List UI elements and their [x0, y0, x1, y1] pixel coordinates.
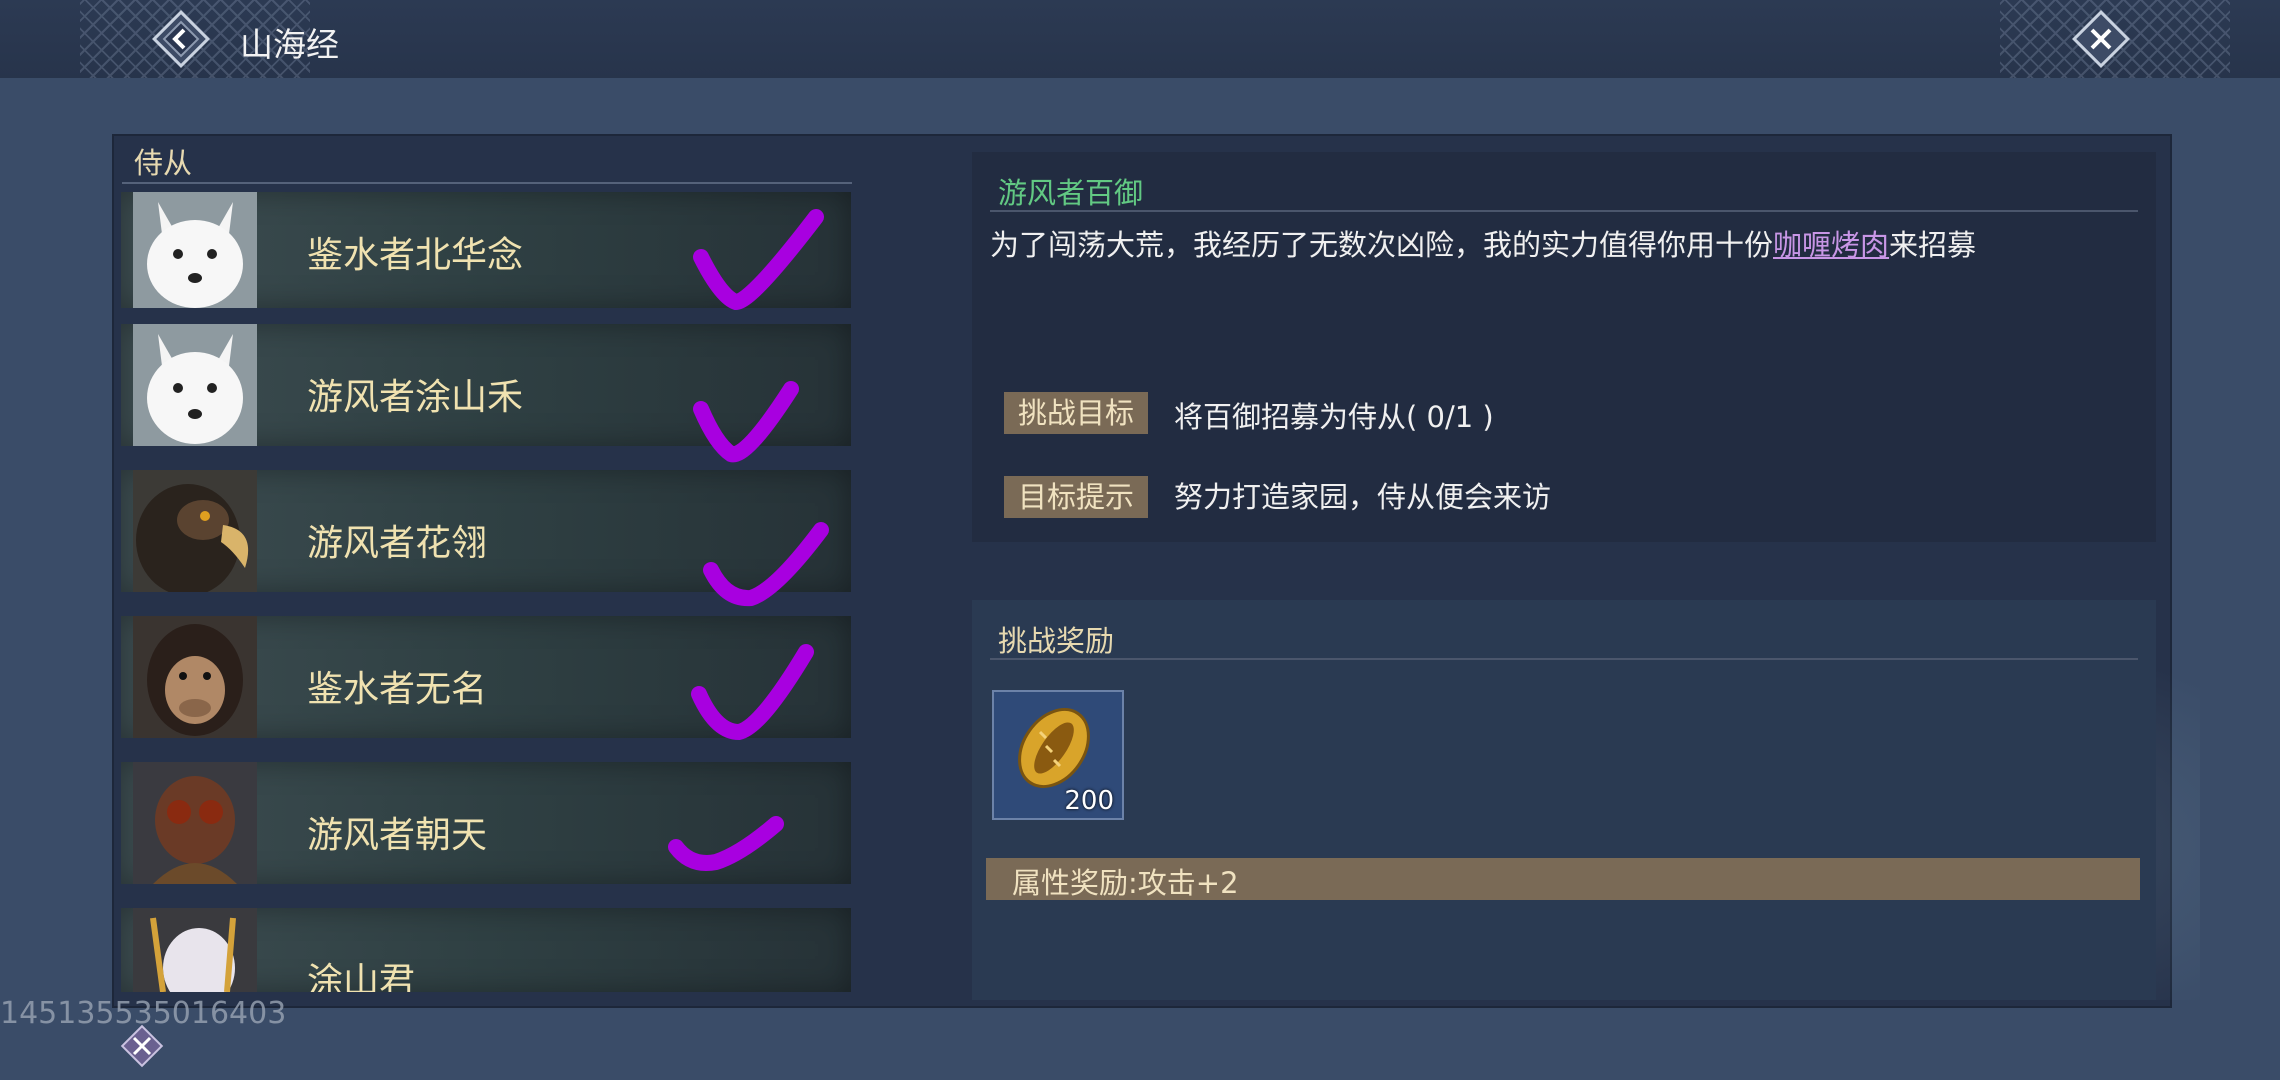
white-hair-lady-portrait [133, 908, 257, 992]
attendant-card[interactable]: 游风者花翎 [121, 470, 851, 607]
attendant-list[interactable]: 鉴水者北华念 游风者涂山禾 游风者花翎 鉴水者无名 游风者朝天 涂山君 [121, 192, 853, 992]
close-icon [2072, 10, 2130, 68]
attendant-card[interactable]: 游风者朝天 [121, 762, 851, 884]
check-mark [691, 644, 814, 741]
attendant-name: 鉴水者北华念 [307, 235, 524, 276]
attendant-card[interactable]: 游风者涂山禾 [121, 324, 851, 463]
reward-item-count: 200 [1064, 786, 1114, 816]
target-hint-value: 努力打造家园，侍从便会来访 [1174, 480, 1552, 514]
attendant-name: 游风者涂山禾 [307, 377, 524, 418]
white-fox-portrait [133, 324, 257, 446]
reward-title: 挑战奖励 [998, 624, 1115, 658]
attendant-name: 鉴水者无名 [307, 669, 488, 710]
attendant-name: 游风者朝天 [307, 815, 488, 856]
check-mark [693, 209, 824, 311]
reward-title-divider [990, 658, 2138, 660]
check-mark [693, 381, 799, 463]
attendant-card[interactable]: 鉴水者无名 [121, 616, 851, 741]
insect-warrior-portrait [133, 762, 257, 884]
reward-box [972, 600, 2156, 1000]
back-button[interactable] [150, 8, 212, 70]
attendants-header: 侍从 [134, 146, 193, 180]
desc-prefix: 为了闯荡大荒，我经历了无数次凶险，我的实力值得你用十份 [990, 228, 1774, 262]
target-hint-tag: 目标提示 [1004, 476, 1148, 518]
challenge-target-value: 将百御招募为侍从( 0/1 ) [1174, 400, 1494, 434]
close-button[interactable] [2070, 8, 2132, 70]
header-divider [122, 182, 852, 184]
back-arrow-icon [152, 10, 210, 68]
reward-item-slot[interactable]: 200 [992, 690, 1124, 820]
attribute-reward-text: 属性奖励:攻击+2 [1012, 866, 1239, 900]
challenge-target-tag: 挑战目标 [1004, 392, 1148, 434]
check-mark [703, 522, 829, 607]
attendant-name: 涂山君 [307, 961, 416, 992]
eagle-portrait [133, 470, 257, 592]
desc-item-link[interactable]: 咖喱烤肉 [1773, 228, 1889, 262]
detail-title: 游风者百御 [998, 176, 1144, 210]
top-bar [0, 0, 2280, 78]
desc-suffix: 来招募 [1889, 228, 1977, 262]
floating-close-icon[interactable] [118, 1022, 166, 1070]
detail-title-divider [990, 210, 2138, 212]
attendant-name: 游风者花翎 [307, 523, 488, 564]
detail-description: 为了闯荡大荒，我经历了无数次凶险，我的实力值得你用十份咖喱烤肉来招募 [990, 222, 1976, 264]
chimpanzee-portrait [133, 616, 257, 738]
check-mark [668, 816, 784, 871]
page-title: 山海经 [240, 25, 339, 64]
attendant-card[interactable]: 鉴水者北华念 [121, 192, 851, 311]
attendant-card[interactable]: 涂山君 [121, 908, 851, 992]
white-fox-portrait [133, 192, 257, 308]
